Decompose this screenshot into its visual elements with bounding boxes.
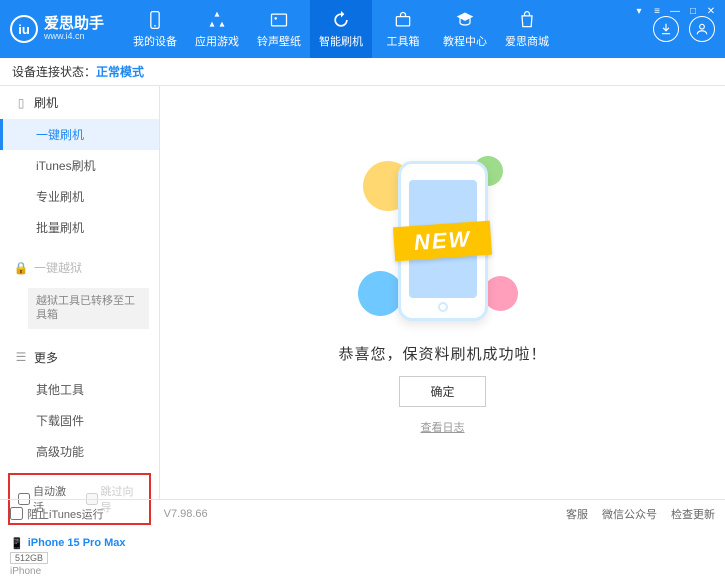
sidebar-section-more[interactable]: ☰ 更多 — [0, 341, 159, 374]
sidebar-item-download-firmware[interactable]: 下载固件 — [0, 405, 159, 436]
graduation-icon — [455, 10, 475, 30]
toolbox-icon — [393, 10, 413, 30]
device-info: 📱 iPhone 15 Pro Max 512GB iPhone — [0, 531, 159, 583]
jailbreak-note: 越狱工具已转移至工具箱 — [28, 288, 149, 329]
user-button[interactable] — [689, 16, 715, 42]
minimize-button[interactable]: — — [667, 4, 683, 18]
wechat-link[interactable]: 微信公众号 — [602, 506, 657, 522]
sidebar-item-itunes-flash[interactable]: iTunes刷机 — [0, 150, 159, 181]
ok-button[interactable]: 确定 — [399, 376, 485, 407]
settings-button[interactable]: ≡ — [649, 4, 665, 18]
nav-tutorials[interactable]: 教程中心 — [434, 0, 496, 58]
version-label: V7.98.66 — [164, 508, 208, 520]
more-icon: ☰ — [14, 350, 28, 364]
sidebar-item-batch-flash[interactable]: 批量刷机 — [0, 212, 159, 243]
refresh-icon — [331, 10, 351, 30]
nav-toolbox[interactable]: 工具箱 — [372, 0, 434, 58]
top-nav: 我的设备 应用游戏 铃声壁纸 智能刷机 工具箱 教程中心 爱思商城 — [124, 0, 558, 58]
status-label: 设备连接状态： — [12, 63, 96, 80]
sidebar-item-other-tools[interactable]: 其他工具 — [0, 374, 159, 405]
nav-apps-games[interactable]: 应用游戏 — [186, 0, 248, 58]
logo-icon: iu — [10, 15, 38, 43]
sidebar-section-flash[interactable]: ▯ 刷机 — [0, 86, 159, 119]
sidebar-item-advanced[interactable]: 高级功能 — [0, 436, 159, 467]
bag-icon — [517, 10, 537, 30]
app-url: www.i4.cn — [44, 32, 104, 42]
view-log-link[interactable]: 查看日志 — [421, 419, 465, 435]
download-button[interactable] — [653, 16, 679, 42]
app-title: 爱思助手 — [44, 16, 104, 33]
lock-icon: 🔒 — [14, 261, 28, 275]
success-illustration: NEW — [343, 151, 543, 331]
check-update-link[interactable]: 检查更新 — [671, 506, 715, 522]
sidebar-section-jailbreak: 🔒 一键越狱 — [0, 251, 159, 284]
app-icon — [207, 10, 227, 30]
decoration-blob — [358, 271, 403, 316]
picture-icon — [269, 10, 289, 30]
device-icon — [145, 10, 165, 30]
app-header: iu 爱思助手 www.i4.cn 我的设备 应用游戏 铃声壁纸 智能刷机 工具… — [0, 0, 725, 58]
maximize-button[interactable]: □ — [685, 4, 701, 18]
customer-service-link[interactable]: 客服 — [566, 506, 588, 522]
status-mode: 正常模式 — [96, 63, 144, 80]
block-itunes-checkbox[interactable]: 阻止iTunes运行 — [10, 506, 104, 522]
nav-my-device[interactable]: 我的设备 — [124, 0, 186, 58]
nav-ringtone-wallpaper[interactable]: 铃声壁纸 — [248, 0, 310, 58]
menu-button[interactable]: ▾ — [631, 4, 647, 18]
device-name[interactable]: 📱 iPhone 15 Pro Max — [10, 537, 149, 550]
footer: 阻止iTunes运行 V7.98.66 客服 微信公众号 检查更新 — [0, 499, 725, 527]
device-type: iPhone — [10, 566, 149, 577]
nav-store[interactable]: 爱思商城 — [496, 0, 558, 58]
main-content: NEW 恭喜您，保资料刷机成功啦！ 确定 查看日志 — [160, 86, 725, 499]
logo: iu 爱思助手 www.i4.cn — [10, 15, 104, 43]
sidebar-item-oneclick-flash[interactable]: 一键刷机 — [0, 119, 159, 150]
phone-icon: ▯ — [14, 96, 28, 110]
success-message: 恭喜您，保资料刷机成功啦！ — [338, 343, 546, 364]
status-bar: 设备连接状态： 正常模式 — [0, 58, 725, 86]
window-controls: ▾ ≡ — □ ✕ — [631, 4, 719, 18]
nav-smart-flash[interactable]: 智能刷机 — [310, 0, 372, 58]
sidebar-item-pro-flash[interactable]: 专业刷机 — [0, 181, 159, 212]
device-phone-icon: 📱 — [10, 537, 24, 550]
close-button[interactable]: ✕ — [703, 4, 719, 18]
sidebar: ▯ 刷机 一键刷机 iTunes刷机 专业刷机 批量刷机 🔒 一键越狱 越狱工具… — [0, 86, 160, 499]
device-storage: 512GB — [10, 552, 48, 564]
new-banner: NEW — [393, 220, 492, 261]
decoration-blob — [483, 276, 518, 311]
